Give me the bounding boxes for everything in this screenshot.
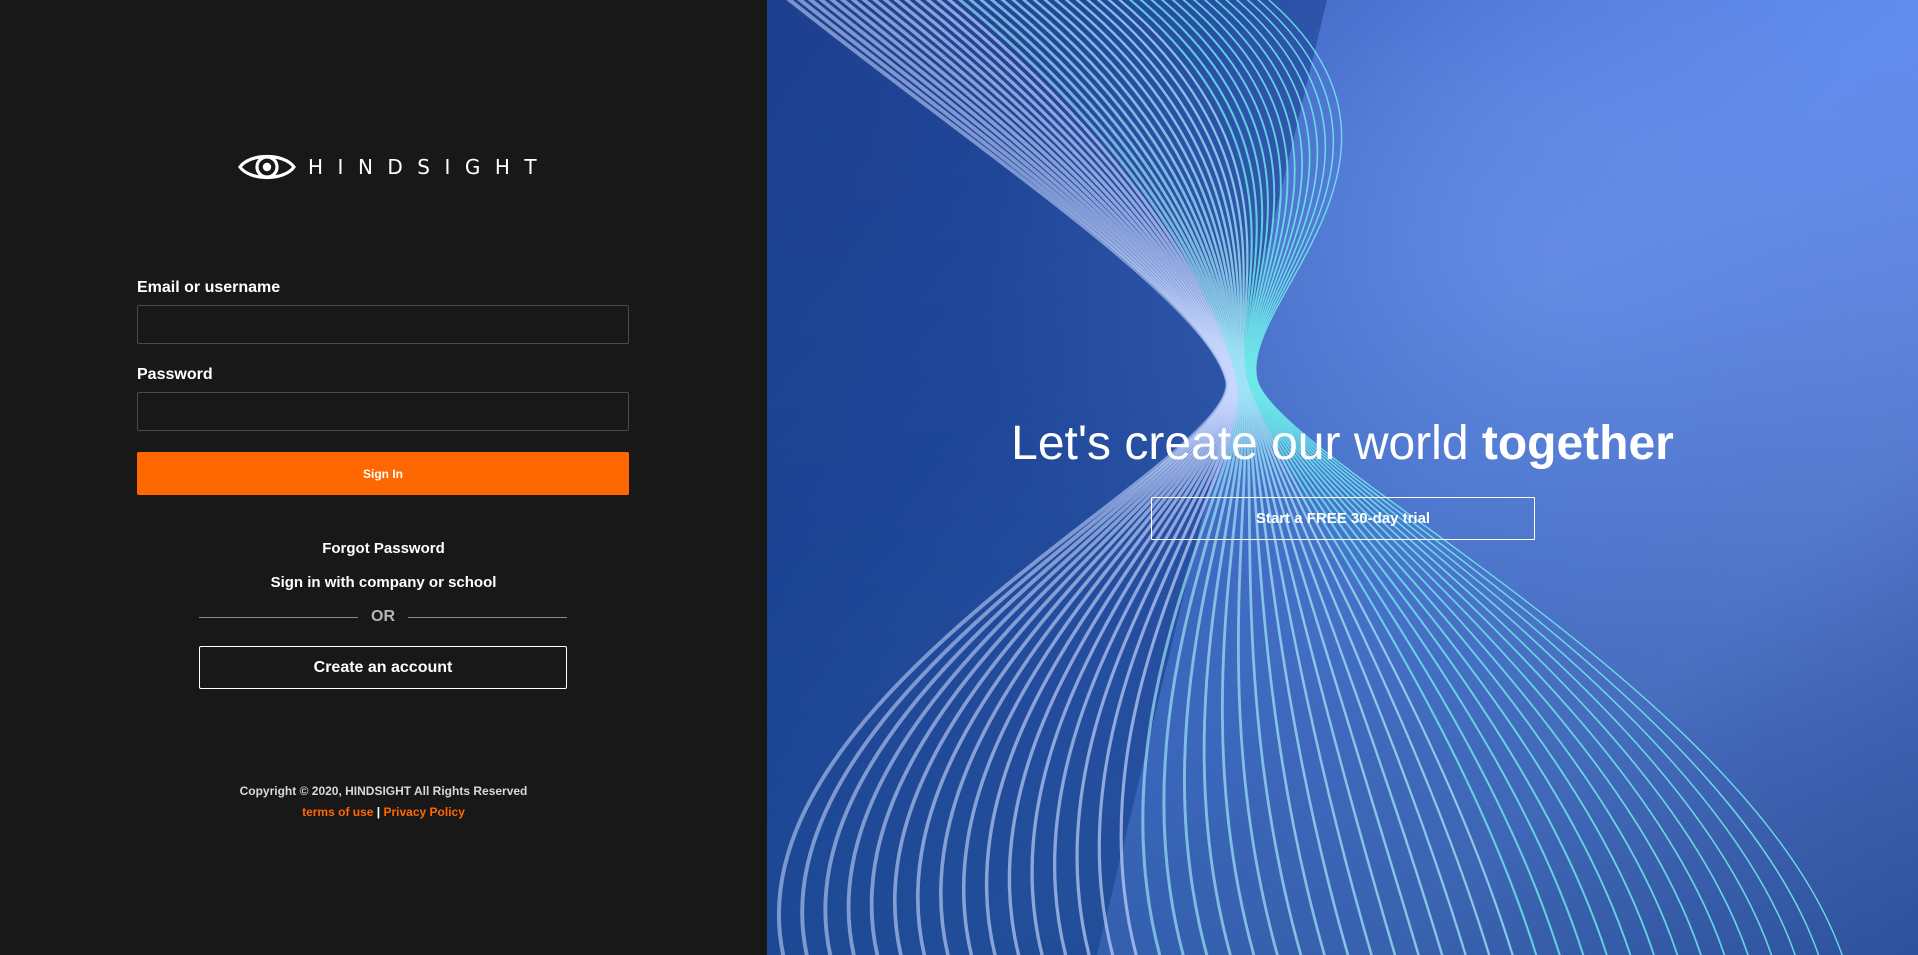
footer-separator: | (376, 805, 381, 819)
terms-of-use-link[interactable]: terms of use (302, 805, 373, 819)
password-group: Password (137, 365, 629, 431)
create-account-button[interactable]: Create an account (199, 646, 567, 689)
company-signin-link[interactable]: Sign in with company or school (0, 574, 767, 591)
hero-background (767, 0, 1918, 955)
brand-logo: HINDSIGHT (238, 148, 551, 186)
hero-title-bold: together (1481, 417, 1674, 470)
sign-in-button[interactable]: Sign In (137, 452, 629, 495)
or-divider: OR (199, 607, 567, 627)
login-form: Email or username Password Sign In (137, 278, 629, 495)
eye-icon (238, 155, 296, 179)
hero-title: Let's create our world together (767, 414, 1918, 474)
privacy-policy-link[interactable]: Privacy Policy (384, 805, 465, 819)
email-label: Email or username (137, 279, 281, 296)
email-field[interactable] (137, 305, 629, 344)
copyright-text: Copyright © 2020, HINDSIGHT All Rights R… (239, 784, 528, 798)
password-label: Password (137, 366, 213, 383)
free-trial-button[interactable]: Start a FREE 30-day trial (1151, 497, 1535, 540)
login-panel: HINDSIGHT Email or username Password Sig… (0, 0, 767, 955)
hero-panel: Let's create our world together Start a … (767, 0, 1918, 955)
divider-line-left (199, 616, 358, 618)
password-field[interactable] (137, 392, 629, 431)
or-label: OR (371, 608, 395, 625)
footer-links: terms of use | Privacy Policy (0, 805, 767, 819)
hero-title-light: Let's create our world (1011, 417, 1482, 470)
brand-name: HINDSIGHT (308, 155, 552, 179)
divider-line-right (408, 616, 567, 618)
login-page: HINDSIGHT Email or username Password Sig… (0, 0, 1918, 955)
forgot-password-link[interactable]: Forgot Password (0, 540, 767, 557)
